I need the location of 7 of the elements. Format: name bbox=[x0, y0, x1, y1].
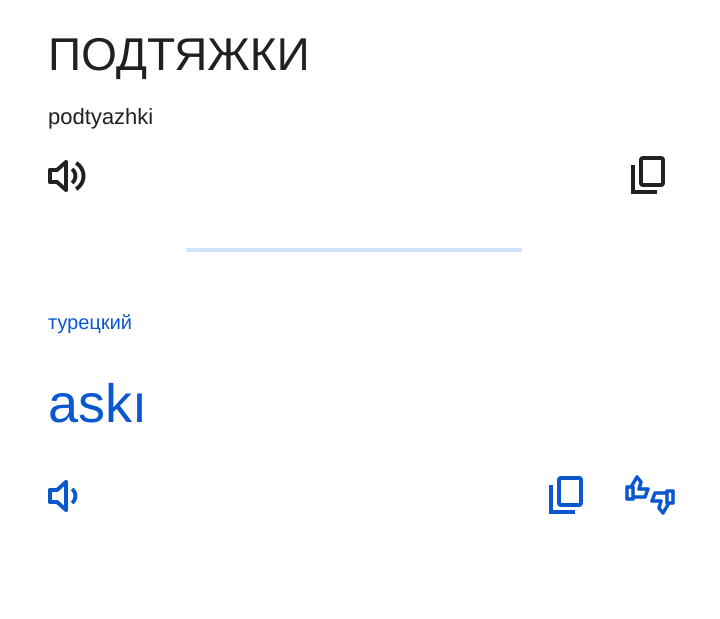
copy-icon[interactable] bbox=[548, 476, 584, 516]
speaker-icon[interactable] bbox=[48, 159, 86, 193]
transliteration: podtyazhki bbox=[48, 104, 154, 130]
target-language: турецкий bbox=[48, 312, 132, 335]
source-text: ПОДТЯЖКИ bbox=[48, 27, 310, 82]
translation-text: askı bbox=[48, 373, 148, 435]
copy-icon[interactable] bbox=[630, 156, 666, 196]
